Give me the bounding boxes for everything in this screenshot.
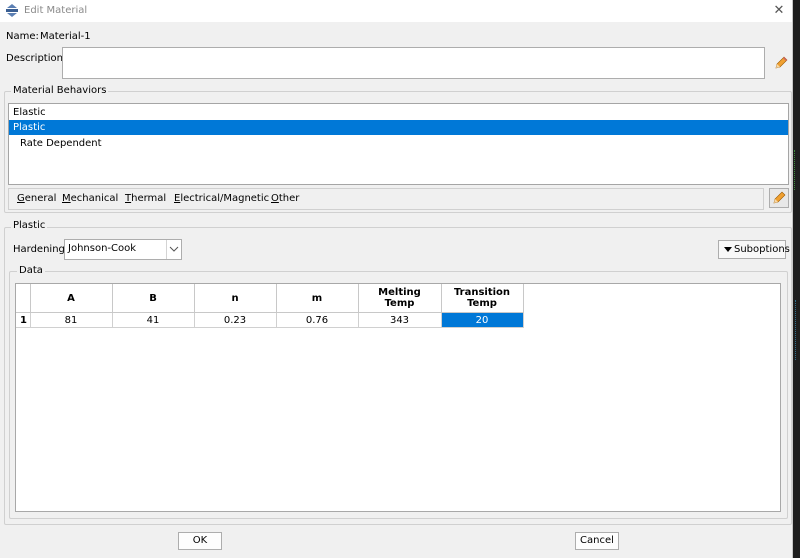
column-header-melting-temp[interactable]: Melting Temp xyxy=(358,284,442,313)
triangle-down-icon xyxy=(724,247,732,252)
background-detail xyxy=(795,300,800,360)
column-header-a[interactable]: A xyxy=(30,284,113,313)
table-cell-melting-temp[interactable]: 343 xyxy=(358,312,442,328)
edit-material-dialog: Edit Material ✕ Name: Material-1 Descrip… xyxy=(0,0,793,558)
background-detail xyxy=(794,150,800,190)
menu-thermal[interactable]: Thermal xyxy=(125,193,166,204)
hardening-label: Hardening: xyxy=(13,244,69,255)
ok-button[interactable]: OK xyxy=(178,532,222,550)
edit-behavior-button[interactable] xyxy=(769,188,789,208)
table-cell-n[interactable]: 0.23 xyxy=(194,312,277,328)
behavior-menu-bar: General Mechanical Thermal Electrical/Ma… xyxy=(8,188,764,210)
name-value: Material-1 xyxy=(40,31,91,42)
suboptions-button[interactable]: Suboptions xyxy=(718,240,790,259)
hardening-value: Johnson-Cook xyxy=(68,243,137,254)
title-bar: Edit Material ✕ xyxy=(0,0,792,22)
behaviors-list: Elastic Plastic Rate Dependent xyxy=(8,103,789,185)
suboptions-label: Suboptions xyxy=(734,244,790,255)
column-header-m[interactable]: m xyxy=(276,284,359,313)
pencil-icon xyxy=(773,191,786,204)
cancel-button[interactable]: Cancel xyxy=(575,532,619,550)
column-header-n[interactable]: n xyxy=(194,284,277,313)
pencil-icon[interactable] xyxy=(773,55,789,71)
table-header-row: A B n m Melting Temp Transition Temp xyxy=(16,284,524,313)
table-cell-b[interactable]: 41 xyxy=(112,312,195,328)
data-table-area: A B n m Melting Temp Transition Temp 1 8… xyxy=(15,283,781,512)
column-header-transition-temp[interactable]: Transition Temp xyxy=(441,284,524,313)
description-label: Description: xyxy=(6,53,67,64)
table-row: 1 81 41 0.23 0.76 343 20 xyxy=(16,312,524,328)
menu-mechanical[interactable]: Mechanical xyxy=(62,193,118,204)
corner-header xyxy=(16,284,31,313)
background-window-strip xyxy=(793,0,800,558)
column-header-b[interactable]: B xyxy=(112,284,195,313)
menu-electrical-magnetic[interactable]: Electrical/Magnetic xyxy=(174,193,269,204)
close-button[interactable]: ✕ xyxy=(770,2,788,20)
window-title: Edit Material xyxy=(24,5,88,16)
table-cell-a[interactable]: 81 xyxy=(30,312,113,328)
name-label: Name: xyxy=(6,31,39,42)
chevron-down-icon xyxy=(166,240,181,259)
material-behaviors-title: Material Behaviors xyxy=(11,85,109,96)
hardening-select[interactable]: Johnson-Cook xyxy=(64,239,182,260)
description-input[interactable] xyxy=(62,47,765,79)
material-icon xyxy=(6,4,18,17)
row-number[interactable]: 1 xyxy=(16,312,31,328)
table-cell-m[interactable]: 0.76 xyxy=(276,312,359,328)
plastic-title: Plastic xyxy=(11,220,48,231)
menu-other[interactable]: Other xyxy=(271,193,299,204)
menu-general[interactable]: General xyxy=(17,193,56,204)
data-title: Data xyxy=(17,265,45,276)
data-table: A B n m Melting Temp Transition Temp 1 8… xyxy=(16,284,524,328)
behavior-item-plastic[interactable]: Plastic xyxy=(9,120,788,135)
behavior-item-rate-dependent[interactable]: Rate Dependent xyxy=(9,136,788,151)
behavior-item-elastic[interactable]: Elastic xyxy=(9,105,788,120)
table-cell-transition-temp[interactable]: 20 xyxy=(441,312,524,328)
